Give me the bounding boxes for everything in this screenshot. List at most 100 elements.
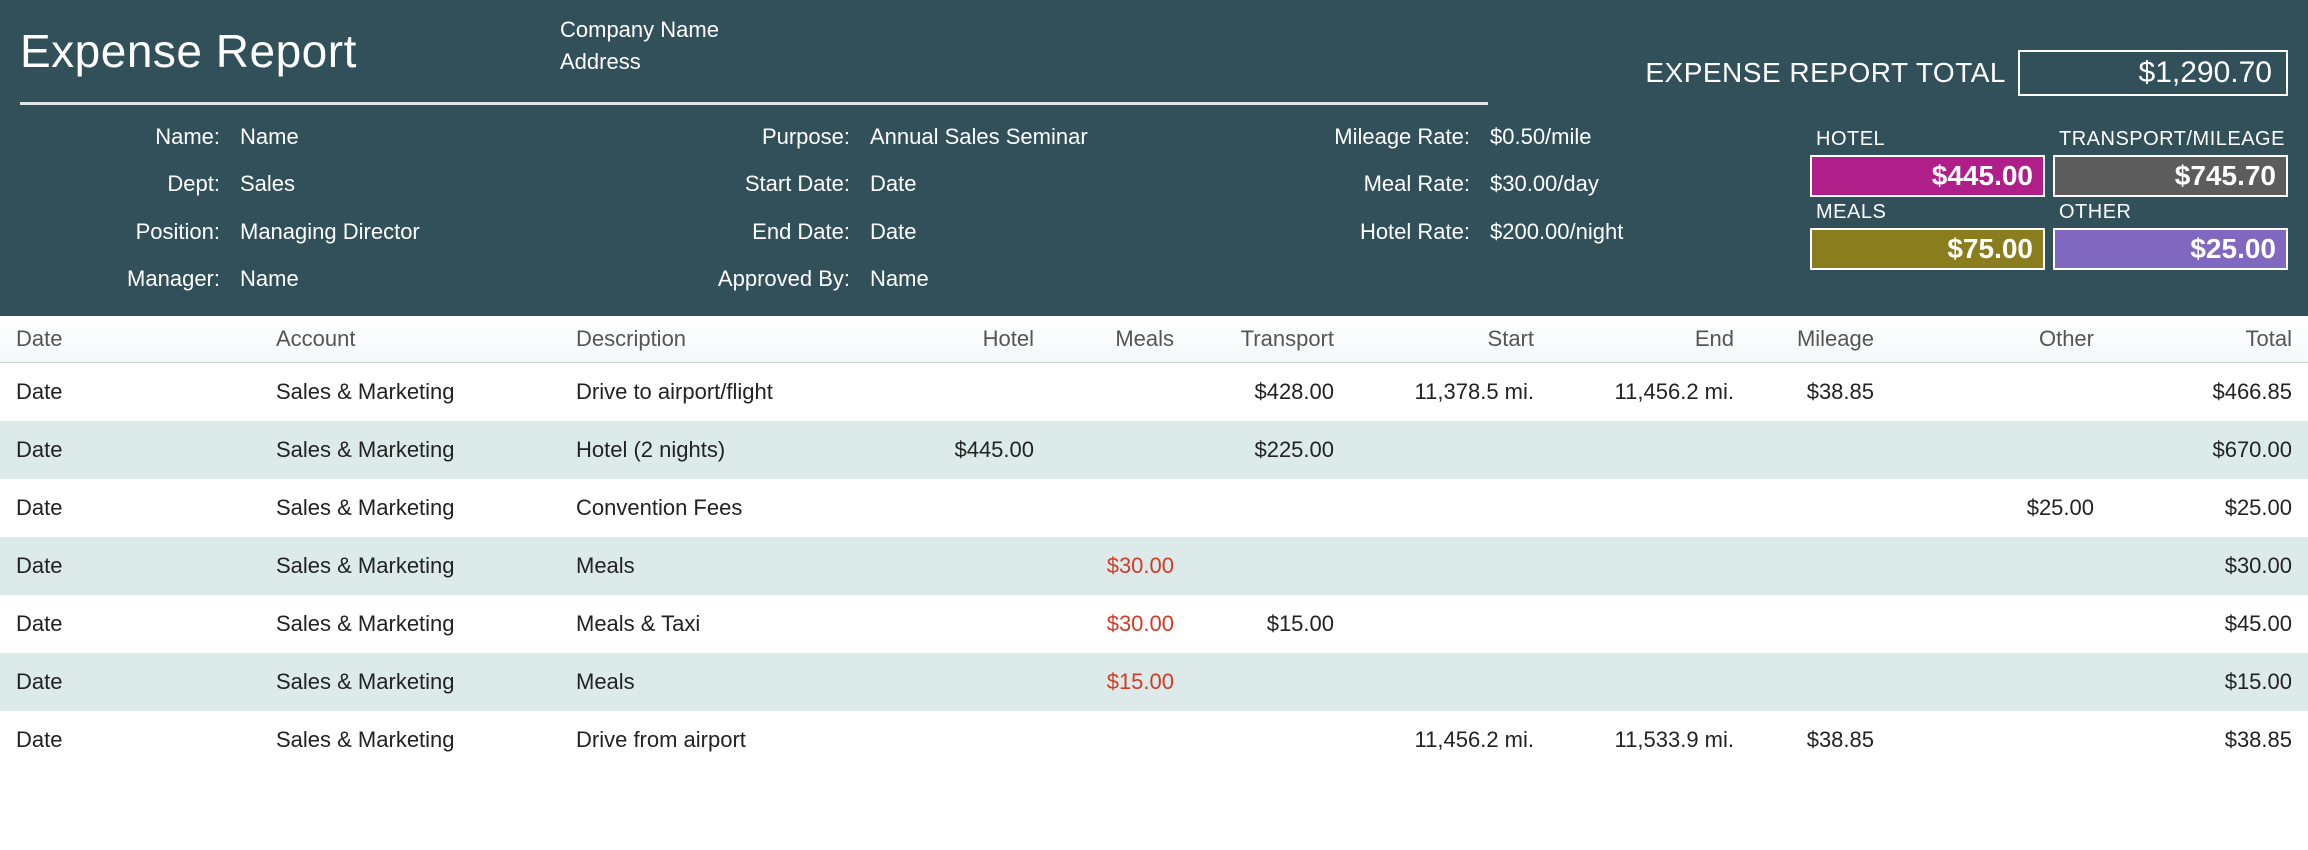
cell-transport: $428.00 xyxy=(1190,363,1350,422)
cell-start xyxy=(1350,653,1550,711)
table-row: DateSales & MarketingMeals $15.00 $15.00 xyxy=(0,653,2308,711)
cell-date: Date xyxy=(0,711,260,769)
label-dept: Dept: xyxy=(20,160,240,207)
card-hotel: $445.00 xyxy=(1810,155,2045,197)
cell-end xyxy=(1550,595,1750,653)
card-transport: $745.70 xyxy=(2053,155,2288,197)
cell-end xyxy=(1550,653,1750,711)
cell-description: Meals & Taxi xyxy=(560,595,900,653)
value-meal-rate: $30.00/day xyxy=(1490,160,1720,207)
company-name: Company Name xyxy=(560,14,1645,46)
value-position: Managing Director xyxy=(240,208,620,255)
label-name: Name: xyxy=(20,113,240,160)
cell-date: Date xyxy=(0,595,260,653)
card-label-hotel: HOTEL xyxy=(1810,128,2045,151)
cell-other xyxy=(1890,363,2110,422)
label-end-date: End Date: xyxy=(620,208,870,255)
card-meals: $75.00 xyxy=(1810,228,2045,270)
cell-hotel xyxy=(900,363,1050,422)
report-header: Expense Report Company Name Address EXPE… xyxy=(0,0,2308,316)
cell-meals: $15.00 xyxy=(1050,653,1190,711)
cell-mileage xyxy=(1750,537,1890,595)
col-mileage: Mileage xyxy=(1750,316,1890,363)
cell-account: Sales & Marketing xyxy=(260,363,560,422)
cell-meals xyxy=(1050,363,1190,422)
cell-meals xyxy=(1050,421,1190,479)
cell-description: Drive from airport xyxy=(560,711,900,769)
value-hotel-rate: $200.00/night xyxy=(1490,208,1720,255)
company-address: Address xyxy=(560,46,1645,78)
value-end-date: Date xyxy=(870,208,1290,255)
cell-mileage xyxy=(1750,421,1890,479)
cell-start xyxy=(1350,479,1550,537)
cell-date: Date xyxy=(0,653,260,711)
cell-description: Hotel (2 nights) xyxy=(560,421,900,479)
table-row: DateSales & MarketingMeals$30.00$30.00 xyxy=(0,537,2308,595)
cell-end xyxy=(1550,479,1750,537)
cell-account: Sales & Marketing xyxy=(260,595,560,653)
cell-account: Sales & Marketing xyxy=(260,479,560,537)
label-purpose: Purpose: xyxy=(620,113,870,160)
cell-hotel xyxy=(900,537,1050,595)
cell-transport: $225.00 xyxy=(1190,421,1350,479)
cell-total: $38.85 xyxy=(2110,711,2308,769)
cell-other xyxy=(1890,711,2110,769)
expense-table: Date Account Description Hotel Meals Tra… xyxy=(0,316,2308,769)
cell-other xyxy=(1890,421,2110,479)
col-transport: Transport xyxy=(1190,316,1350,363)
company-block: Company Name Address xyxy=(560,10,1645,78)
cell-mileage xyxy=(1750,595,1890,653)
cell-hotel xyxy=(900,479,1050,537)
cell-mileage: $38.85 xyxy=(1750,363,1890,422)
cell-mileage xyxy=(1750,653,1890,711)
col-meals: Meals xyxy=(1050,316,1190,363)
value-approved-by: Name xyxy=(870,255,1290,302)
value-manager: Name xyxy=(240,255,620,302)
cell-transport xyxy=(1190,711,1350,769)
cell-account: Sales & Marketing xyxy=(260,421,560,479)
table-row: DateSales & MarketingDrive from airport1… xyxy=(0,711,2308,769)
cell-hotel xyxy=(900,595,1050,653)
cell-hotel xyxy=(900,711,1050,769)
cell-total: $466.85 xyxy=(2110,363,2308,422)
cell-start: 11,456.2 mi. xyxy=(1350,711,1550,769)
cell-transport xyxy=(1190,537,1350,595)
cell-account: Sales & Marketing xyxy=(260,653,560,711)
table-header-row: Date Account Description Hotel Meals Tra… xyxy=(0,316,2308,363)
cell-date: Date xyxy=(0,421,260,479)
cell-total: $670.00 xyxy=(2110,421,2308,479)
report-title: Expense Report xyxy=(20,10,560,78)
cell-other xyxy=(1890,537,2110,595)
value-dept: Sales xyxy=(240,160,620,207)
grand-total-value: $1,290.70 xyxy=(2018,50,2288,96)
cell-description: Meals xyxy=(560,653,900,711)
cell-other xyxy=(1890,653,2110,711)
cell-total: $15.00 xyxy=(2110,653,2308,711)
cell-description: Drive to airport/flight xyxy=(560,363,900,422)
cell-account: Sales & Marketing xyxy=(260,537,560,595)
cell-total: $25.00 xyxy=(2110,479,2308,537)
label-meal-rate: Meal Rate: xyxy=(1290,160,1490,207)
cell-date: Date xyxy=(0,479,260,537)
label-hotel-rate: Hotel Rate: xyxy=(1290,208,1490,255)
cell-start xyxy=(1350,537,1550,595)
col-total: Total xyxy=(2110,316,2308,363)
value-mileage-rate: $0.50/mile xyxy=(1490,113,1720,160)
col-description: Description xyxy=(560,316,900,363)
cell-meals: $30.00 xyxy=(1050,537,1190,595)
cell-end xyxy=(1550,537,1750,595)
cell-mileage: $38.85 xyxy=(1750,711,1890,769)
table-row: DateSales & MarketingConvention Fees$25.… xyxy=(0,479,2308,537)
label-approved-by: Approved By: xyxy=(620,255,870,302)
col-end: End xyxy=(1550,316,1750,363)
label-manager: Manager: xyxy=(20,255,240,302)
grand-total-label: EXPENSE REPORT TOTAL xyxy=(1645,57,2006,89)
cell-hotel: $445.00 xyxy=(900,421,1050,479)
table-row: DateSales & MarketingDrive to airport/fl… xyxy=(0,363,2308,422)
cell-other: $25.00 xyxy=(1890,479,2110,537)
cell-transport: $15.00 xyxy=(1190,595,1350,653)
card-label-transport: TRANSPORT/MILEAGE xyxy=(2053,128,2288,151)
cell-transport xyxy=(1190,653,1350,711)
cell-date: Date xyxy=(0,537,260,595)
table-row: DateSales & MarketingMeals & Taxi$30.00$… xyxy=(0,595,2308,653)
